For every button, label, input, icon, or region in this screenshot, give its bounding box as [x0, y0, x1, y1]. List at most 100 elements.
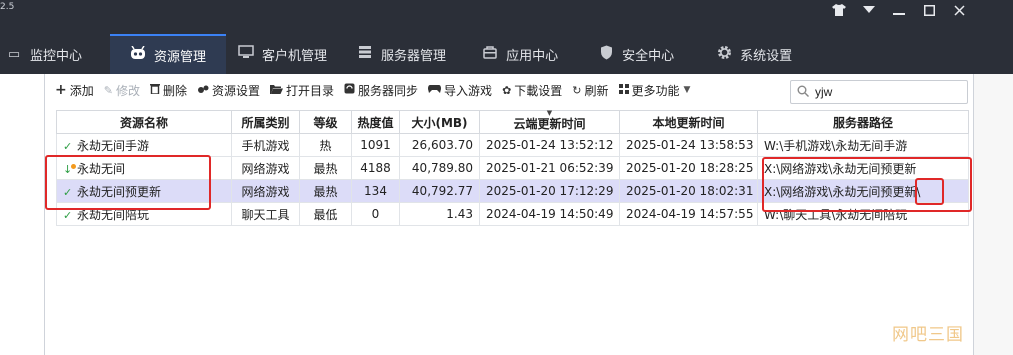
gear-icon	[716, 45, 732, 64]
column-header-name[interactable]: 资源名称	[56, 110, 232, 134]
resource-heat: 1091	[351, 133, 400, 157]
edit-button[interactable]: ✎ 修改	[104, 82, 140, 99]
cloud-update-time: 2024-04-19 14:50:49	[479, 202, 620, 226]
refresh-button[interactable]: ↻ 刷新	[572, 82, 608, 99]
resource-heat: 134	[351, 179, 400, 203]
resource-level: 热	[299, 133, 352, 157]
server-sync-button[interactable]: 服务器同步	[344, 82, 418, 99]
folder-open-icon	[270, 84, 284, 97]
toolbar: + 添加 ✎ 修改 删除 资源设置 打开目录 服务器同步 导入游戏 ✿ 下載设置…	[55, 78, 700, 102]
minimize-icon[interactable]	[886, 0, 912, 20]
refresh-label: 刷新	[584, 83, 609, 98]
download-settings-label: 下載设置	[514, 83, 563, 98]
resource-category: 网络游戏	[231, 179, 300, 203]
resource-level: 最低	[299, 202, 352, 226]
maximize-icon[interactable]	[916, 0, 942, 20]
grid-icon	[618, 83, 629, 97]
resource-settings-icon	[197, 84, 209, 97]
tab-label: 服务器管理	[381, 48, 447, 64]
server-icon	[357, 45, 373, 63]
delete-button[interactable]: 删除	[149, 82, 187, 99]
import-games-button[interactable]: 导入游戏	[428, 82, 492, 99]
resource-size: 26,603.70	[399, 133, 480, 157]
column-header-local-time[interactable]: 本地更新时间	[619, 110, 758, 134]
annotation-box-names	[45, 155, 211, 210]
resource-settings-label: 资源设置	[212, 83, 261, 98]
cloud-update-time: 2025-01-21 06:52:39	[479, 156, 620, 180]
resource-name: 永劫无间手游	[77, 138, 150, 153]
column-header-cloud-time-label: 云端更新时间	[513, 116, 586, 131]
edit-label: 修改	[115, 83, 140, 98]
tab-system-settings[interactable]: 系统设置	[684, 34, 802, 74]
resource-heat: 4188	[351, 156, 400, 180]
local-update-time: 2025-01-20 18:28:25	[619, 156, 758, 180]
gamepad-icon	[428, 84, 442, 97]
server-sync-label: 服务器同步	[358, 83, 419, 98]
tab-label: 安全中心	[622, 48, 675, 64]
cloud-update-time: 2025-01-24 13:52:12	[479, 133, 620, 157]
tab-label: 系统设置	[740, 48, 793, 64]
watermark: 网吧三国	[892, 325, 964, 345]
resource-category: 聊天工具	[231, 202, 300, 226]
tab-server-management[interactable]: 服务器管理	[337, 34, 456, 74]
column-header-cloud-time[interactable]: ▼ 云端更新时间	[479, 108, 620, 134]
sync-icon	[344, 83, 355, 97]
add-label: 添加	[69, 83, 94, 98]
table-row[interactable]: ✓ 永劫无间手游 手机游戏 热 1091 26,603.70 2025-01-24…	[56, 133, 969, 157]
local-update-time: 2025-01-24 13:58:53	[619, 133, 758, 157]
close-icon[interactable]	[946, 0, 972, 20]
delete-label: 删除	[162, 83, 187, 98]
cloud-update-time: 2025-01-20 17:12:29	[479, 179, 620, 203]
resource-size: 1.43	[399, 202, 480, 226]
resource-heat: 0	[351, 202, 400, 226]
client-icon	[238, 45, 254, 63]
shirt-icon[interactable]	[828, 0, 850, 20]
check-icon: ✓	[63, 139, 73, 153]
tab-monitor-center[interactable]: ▭ 监控中心	[0, 34, 94, 74]
tab-label: 资源管理	[154, 49, 207, 65]
column-header-level[interactable]: 等级	[299, 110, 352, 134]
sort-indicator-icon: ▼	[546, 108, 553, 117]
tab-security-center[interactable]: 安全中心	[568, 34, 684, 74]
resource-level: 最热	[299, 156, 352, 180]
title-bar: 2.5 ▭ 监控中心 资源管理 客户机管理 服务器管理 应用中心 安全中心 系统…	[0, 0, 1013, 74]
trash-icon	[149, 83, 160, 97]
table-header: 资源名称 所属类别 等级 热度值 大小(MB) ▼ 云端更新时间 本地更新时间 服…	[56, 108, 969, 134]
tab-label: 监控中心	[30, 48, 83, 64]
add-button[interactable]: + 添加	[55, 82, 94, 99]
open-directory-button[interactable]: 打开目录	[270, 82, 334, 99]
resource-category: 手机游戏	[231, 133, 300, 157]
column-header-category[interactable]: 所属类别	[231, 110, 300, 134]
local-update-time: 2025-01-20 18:02:31	[619, 179, 758, 203]
tab-app-center[interactable]: 应用中心	[456, 34, 568, 74]
right-scroll-area[interactable]	[973, 74, 1013, 355]
more-functions-button[interactable]: 更多功能 ▼	[618, 82, 691, 99]
resource-icon	[130, 45, 146, 64]
monitor-icon: ▭	[7, 46, 21, 62]
app-version: 2.5	[0, 2, 15, 12]
tab-label: 应用中心	[506, 48, 559, 64]
chevron-down-icon: ▼	[683, 85, 691, 95]
resource-settings-button[interactable]: 资源设置	[197, 82, 260, 99]
column-header-server-path[interactable]: 服务器路径	[757, 110, 969, 134]
resource-size: 40,789.80	[399, 156, 480, 180]
server-path: W:\手机游戏\永劫无间手游	[757, 133, 969, 157]
plus-icon: +	[55, 82, 67, 98]
column-header-heat[interactable]: 热度值	[351, 110, 400, 134]
shield-icon	[598, 45, 614, 64]
resource-level: 最热	[299, 179, 352, 203]
search-input[interactable]	[815, 85, 955, 99]
download-settings-button[interactable]: ✿ 下載设置	[502, 82, 562, 99]
column-header-size[interactable]: 大小(MB)	[399, 110, 480, 134]
menu-icon[interactable]	[858, 0, 880, 20]
app-icon	[482, 45, 498, 63]
tab-label: 客户机管理	[262, 48, 328, 64]
search-icon	[797, 85, 809, 100]
resource-category: 网络游戏	[231, 156, 300, 180]
search-box[interactable]	[790, 80, 968, 104]
tab-resource-management[interactable]: 资源管理	[110, 34, 227, 74]
more-functions-label: 更多功能	[631, 83, 680, 98]
main-nav: ▭ 监控中心 资源管理 客户机管理 服务器管理 应用中心 安全中心 系统设置	[0, 34, 802, 74]
tab-client-management[interactable]: 客户机管理	[226, 34, 337, 74]
gear-icon: ✿	[502, 83, 512, 97]
